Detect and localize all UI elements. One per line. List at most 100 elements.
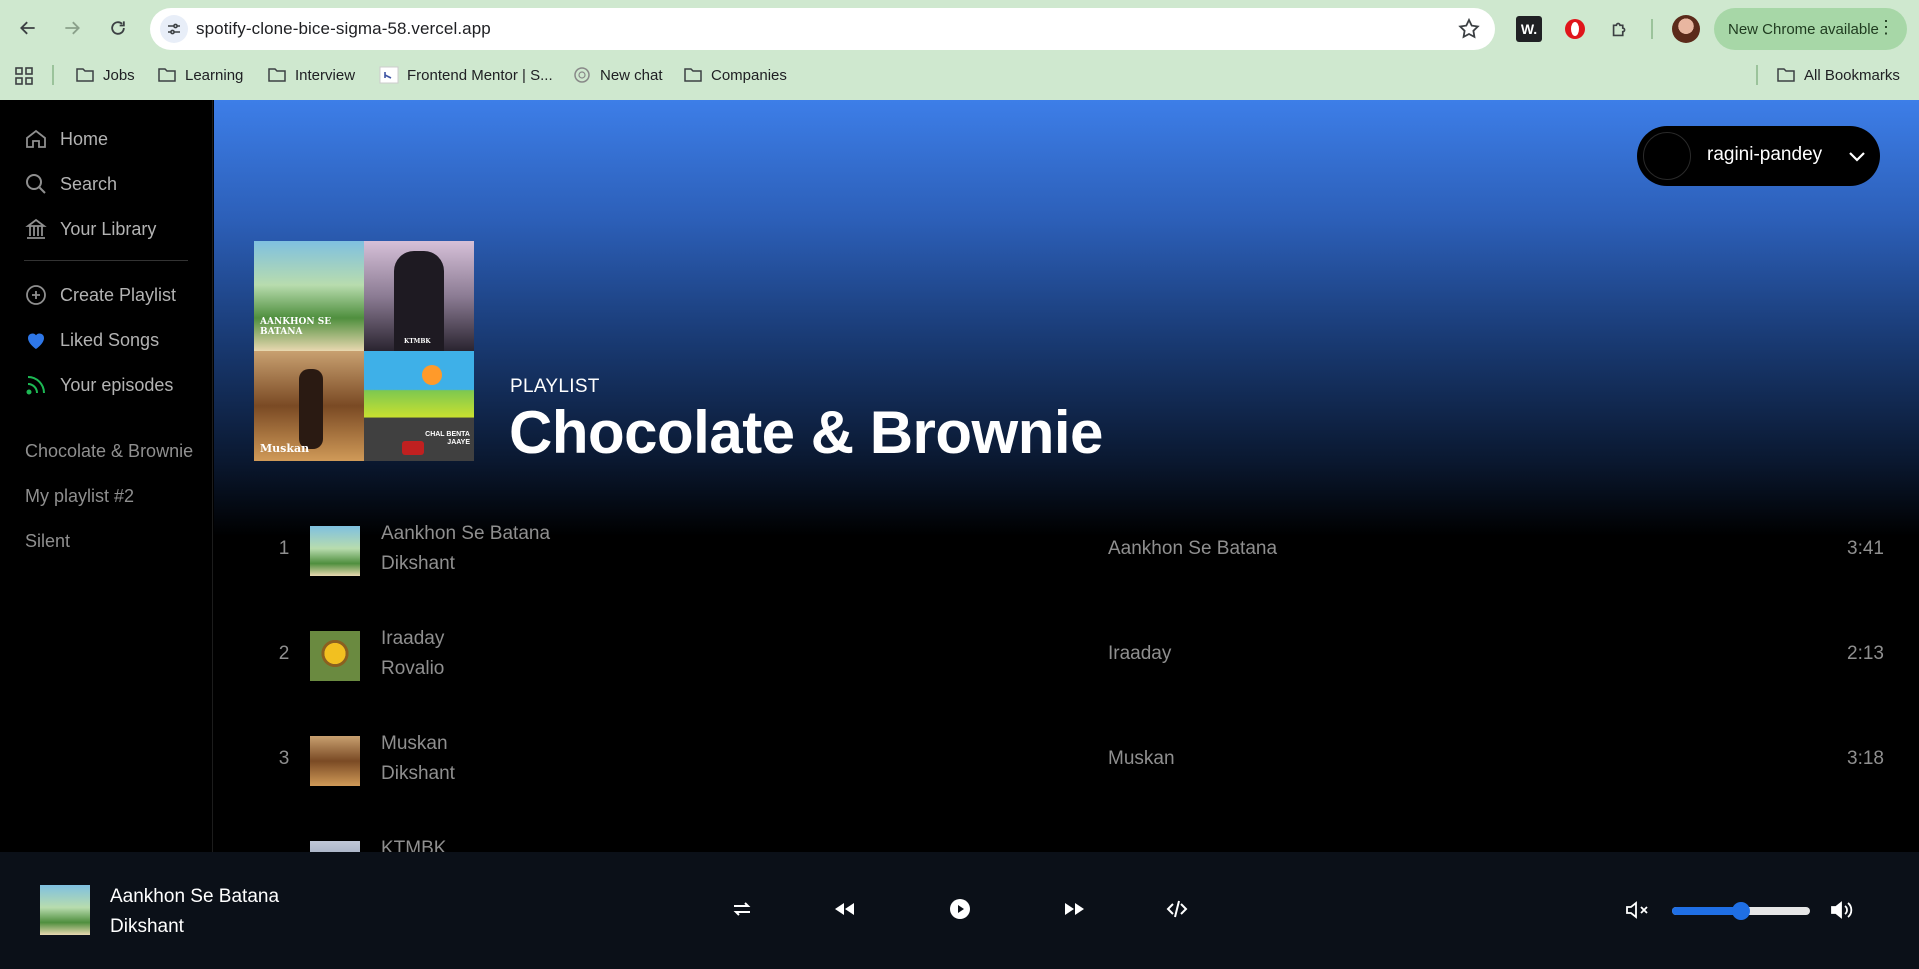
sidebar-item-episodes[interactable]: Your episodes [24,371,173,399]
playlist-type-label: PLAYLIST [510,376,600,397]
track-row[interactable]: KTMBK [254,823,1884,852]
track-row[interactable]: 1 Aankhon Se Batana Dikshant Aankhon Se … [254,508,1884,594]
sidebar-item-label: Liked Songs [60,329,160,350]
rss-icon [26,376,45,395]
user-name: ragini-pandey [1707,144,1823,165]
track-album: Aankhon Se Batana [1108,538,1278,559]
bookmark-new-chat[interactable]: New chat [572,64,663,86]
url-text[interactable]: spotify-clone-bice-sigma-58.vercel.app [196,19,491,39]
profile-avatar[interactable] [1672,15,1700,43]
sidebar-playlist-silent[interactable]: Silent [25,531,70,552]
search-icon [26,174,46,194]
apps-grid-icon[interactable] [14,66,34,86]
track-thumbnail [310,841,360,852]
browser-toolbar: spotify-clone-bice-sigma-58.vercel.app W… [0,0,1919,58]
cover-tile-chal-benta: CHAL BENTA JAAYE [364,351,474,461]
cover-tile-ktmbk: KTMBK [364,241,474,351]
forward-button[interactable] [57,13,87,43]
site-info-icon[interactable] [160,15,188,43]
sidebar-item-search[interactable]: Search [24,170,117,198]
extension-w-icon[interactable]: W. [1516,16,1542,42]
now-playing-artist: Dikshant [110,916,184,937]
track-artist: Dikshant [381,553,455,574]
sidebar-item-home[interactable]: Home [24,125,108,153]
chrome-update-label: New Chrome available [1728,20,1879,38]
sidebar-item-label: Your Library [60,218,157,239]
more-menu-icon[interactable]: ⋮ [1877,18,1895,36]
sidebar: Home Search Your Library Create Playlist… [0,100,213,852]
track-row[interactable]: 2 Iraaday Rovalio Iraaday 2:13 [254,613,1884,699]
track-duration: 2:13 [1847,643,1884,664]
repeat-icon [733,902,751,916]
avatar [1643,132,1691,180]
heart-icon [28,333,44,349]
embed-button[interactable] [1164,896,1190,922]
bookmark-interview[interactable]: Interview [267,64,355,86]
sidebar-item-create-playlist[interactable]: Create Playlist [24,281,176,309]
cover-sun [422,365,442,385]
cover-figure [394,251,444,351]
plus-circle-icon [26,285,46,305]
spotify-app: Home Search Your Library Create Playlist… [0,100,1919,969]
play-circle-icon [950,899,970,919]
arrow-right-icon [65,21,80,35]
sidebar-playlist-my-playlist-2[interactable]: My playlist #2 [25,486,134,507]
bookmarks-divider [52,65,54,85]
track-duration: 3:41 [1847,538,1884,559]
bookmark-star-icon[interactable] [1457,17,1481,41]
track-album: Iraaday [1108,643,1172,664]
reload-button[interactable] [103,13,133,43]
sidebar-divider [24,260,188,261]
chrome-update-button[interactable]: New Chrome available ⋮ [1714,8,1907,50]
arrow-left-icon [20,21,35,35]
play-button[interactable] [947,896,973,922]
track-album: Muskan [1108,748,1175,769]
bookmark-learning[interactable]: Learning [157,64,243,86]
now-playing-title: Aankhon Se Batana [110,886,280,907]
track-thumbnail [310,736,360,786]
reload-icon [111,21,125,35]
cover-figure [299,369,323,449]
player-bar: Aankhon Se Batana Dikshant [0,852,1919,969]
track-title: Muskan [381,733,448,754]
mute-button[interactable] [1624,898,1650,922]
track-number: 3 [278,748,290,769]
volume-handle[interactable] [1732,902,1750,920]
frontend-mentor-icon [379,66,399,84]
address-bar[interactable]: spotify-clone-bice-sigma-58.vercel.app [150,8,1495,50]
next-button[interactable] [1061,896,1087,922]
folder-icon [158,68,176,82]
volume-slider[interactable] [1672,902,1810,920]
track-number: 1 [278,538,290,559]
main-content: ragini-pandey AANKHON SE BATANA KTMBK Mu… [214,100,1919,852]
previous-button[interactable] [832,896,858,922]
toolbar-divider [1651,19,1653,39]
sidebar-playlist-chocolate-brownie[interactable]: Chocolate & Brownie [25,441,193,462]
all-bookmarks-button[interactable]: All Bookmarks [1776,64,1900,86]
bookmark-companies[interactable]: Companies [683,64,787,86]
folder-icon [76,68,94,82]
page-title: Chocolate & Brownie [509,399,1103,466]
bookmark-jobs[interactable]: Jobs [75,64,135,86]
sidebar-item-label: Home [60,128,109,149]
track-row[interactable]: 3 Muskan Dikshant Muskan 3:18 [254,718,1884,804]
volume-max-button[interactable] [1829,897,1855,923]
now-playing-thumbnail [40,885,90,935]
sidebar-item-label: Search [60,173,118,194]
bookmark-frontend-mentor[interactable]: Frontend Mentor | S... [379,64,553,86]
track-title: KTMBK [381,838,447,852]
sidebar-item-liked-songs[interactable]: Liked Songs [24,326,159,354]
sidebar-item-library[interactable]: Your Library [24,215,156,243]
user-menu-button[interactable]: ragini-pandey [1637,126,1880,186]
track-number: 2 [278,643,290,664]
track-artist: Rovalio [381,658,445,679]
extension-opera-icon[interactable] [1562,16,1588,42]
extensions-puzzle-icon[interactable] [1607,16,1633,42]
repeat-button[interactable] [729,896,755,922]
back-button[interactable] [13,13,43,43]
all-bookmarks-divider [1756,65,1758,85]
track-duration: 3:18 [1847,748,1884,769]
track-thumbnail [310,526,360,576]
track-title: Aankhon Se Batana [381,523,551,544]
folder-icon [684,68,702,82]
